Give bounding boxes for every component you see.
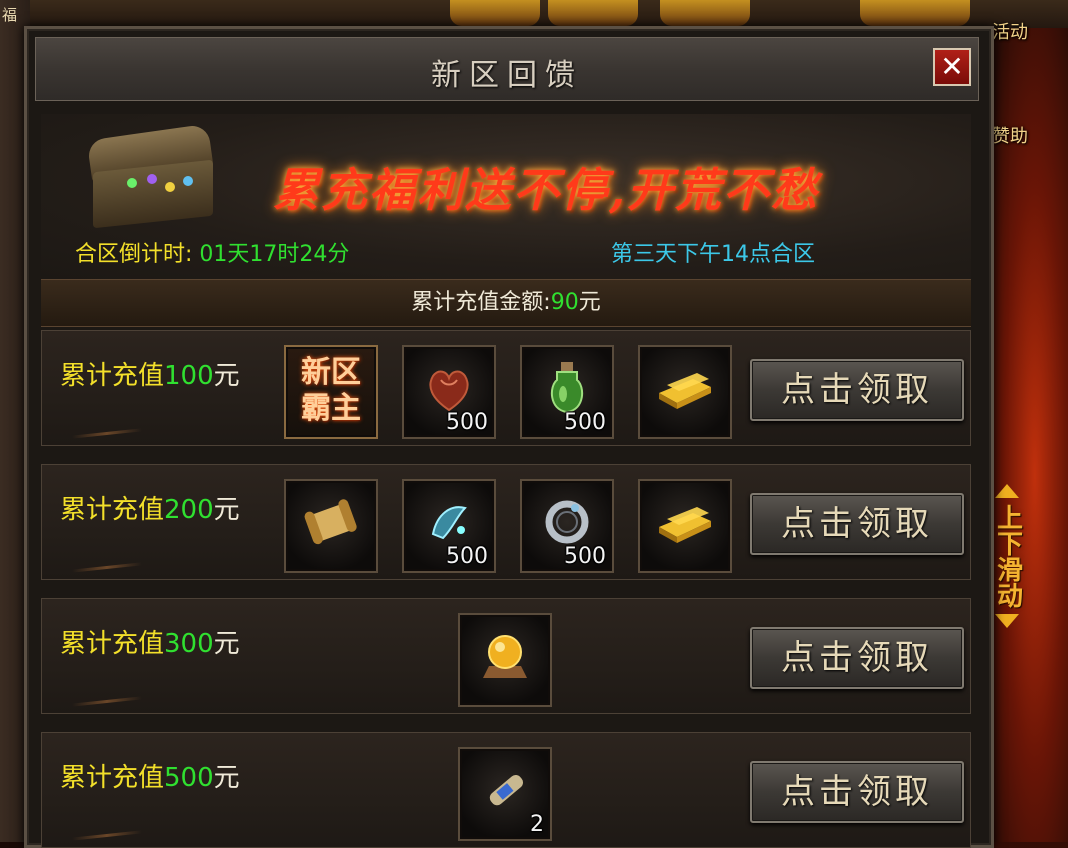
close-icon: ✕ bbox=[940, 50, 964, 83]
reward-row-500: 累计充值500元 2 点击领取 bbox=[41, 732, 971, 848]
fu-label: 福 bbox=[2, 6, 18, 24]
golden-orb-icon bbox=[483, 635, 527, 679]
item-quantity: 500 bbox=[564, 410, 606, 435]
promo-slogan: 累充福利送不停,开荒不愁 bbox=[273, 163, 820, 217]
reward-item[interactable] bbox=[638, 479, 732, 573]
item-quantity: 500 bbox=[446, 544, 488, 569]
silver-ring-icon bbox=[545, 500, 589, 544]
reward-tier-label: 累计充值500元 bbox=[60, 763, 240, 793]
reward-item[interactable]: 500 bbox=[520, 345, 614, 439]
total-recharge-label: 累计充值金额: bbox=[411, 290, 551, 315]
dialog-titlebar: 新区回馈 bbox=[35, 37, 979, 101]
total-recharge-unit: 元 bbox=[578, 290, 601, 315]
total-recharge-amount: 90 bbox=[550, 290, 579, 315]
reward-item[interactable]: 500 bbox=[402, 479, 496, 573]
dialog-title: 新区回馈 bbox=[431, 58, 583, 93]
claim-button-200[interactable]: 点击领取 bbox=[750, 493, 964, 555]
promo-banner: 累充福利送不停,开荒不愁 合区倒计时: 01天17时24分 第三天下午14点合区 bbox=[41, 114, 971, 280]
reward-item[interactable]: 2 bbox=[458, 747, 552, 841]
blue-crystal-icon bbox=[431, 506, 467, 540]
game-right-scene bbox=[985, 28, 1068, 842]
gold-bar-icon bbox=[659, 507, 711, 544]
claim-button-100[interactable]: 点击领取 bbox=[750, 359, 964, 421]
reward-item[interactable]: 500 bbox=[402, 345, 496, 439]
merge-countdown: 合区倒计时: 01天17时24分 bbox=[75, 236, 349, 268]
countdown-value: 01天17时24分 bbox=[199, 242, 350, 267]
reward-row-300: 累计充值300元 点击领取 bbox=[41, 598, 971, 714]
gold-bar-icon bbox=[659, 373, 711, 410]
reward-tier-label: 累计充值200元 bbox=[60, 495, 240, 525]
reward-tier-label: 累计充值100元 bbox=[60, 361, 240, 391]
heart-organ-icon bbox=[429, 370, 469, 412]
top-menu-icon[interactable] bbox=[450, 0, 540, 26]
item-quantity: 500 bbox=[564, 544, 606, 569]
sponsor-menu-label[interactable]: 赞助 bbox=[992, 122, 1028, 148]
title-badge-icon: 新区 霸主 bbox=[301, 355, 361, 426]
reward-tier-label: 累计充值300元 bbox=[60, 629, 240, 659]
item-quantity: 2 bbox=[530, 812, 544, 837]
reward-item[interactable] bbox=[284, 479, 378, 573]
claim-button-300[interactable]: 点击领取 bbox=[750, 627, 964, 689]
chevron-up-icon bbox=[995, 484, 1019, 498]
top-menu-icon[interactable] bbox=[860, 0, 970, 26]
claim-button-500[interactable]: 点击领取 bbox=[750, 761, 964, 823]
scroll-hint-text: 上下滑动 bbox=[992, 504, 1023, 608]
total-recharge-bar: 累计充值金额:90元 bbox=[41, 279, 971, 327]
countdown-label: 合区倒计时: bbox=[75, 242, 193, 267]
gold-scroll-icon bbox=[304, 499, 357, 545]
reward-row-200: 累计充值200元 500 500 点击领取 bbox=[41, 464, 971, 580]
close-button[interactable]: ✕ bbox=[933, 48, 971, 86]
blue-scroll-icon bbox=[489, 775, 524, 806]
reward-row-100: 累计充值100元 新区 霸主 500 500 点击领取 bbox=[41, 330, 971, 446]
item-quantity: 500 bbox=[446, 410, 488, 435]
top-menu-icon[interactable] bbox=[548, 0, 638, 26]
reward-item[interactable] bbox=[638, 345, 732, 439]
chevron-down-icon bbox=[995, 614, 1019, 628]
reward-item[interactable]: 500 bbox=[520, 479, 614, 573]
top-menu-icon[interactable] bbox=[660, 0, 750, 26]
treasure-chest-icon bbox=[86, 123, 217, 229]
reward-item[interactable] bbox=[458, 613, 552, 707]
scroll-hint: 上下滑动 bbox=[990, 480, 1024, 695]
reward-item-title-badge[interactable]: 新区 霸主 bbox=[284, 345, 378, 439]
activity-menu-label[interactable]: 活动 bbox=[992, 18, 1028, 44]
merge-schedule-note: 第三天下午14点合区 bbox=[611, 242, 815, 267]
new-server-rewards-dialog: 新区回馈 ✕ 累充福利送不停,开荒不愁 合区倒计时: 01天17时24分 第三天… bbox=[24, 26, 994, 848]
